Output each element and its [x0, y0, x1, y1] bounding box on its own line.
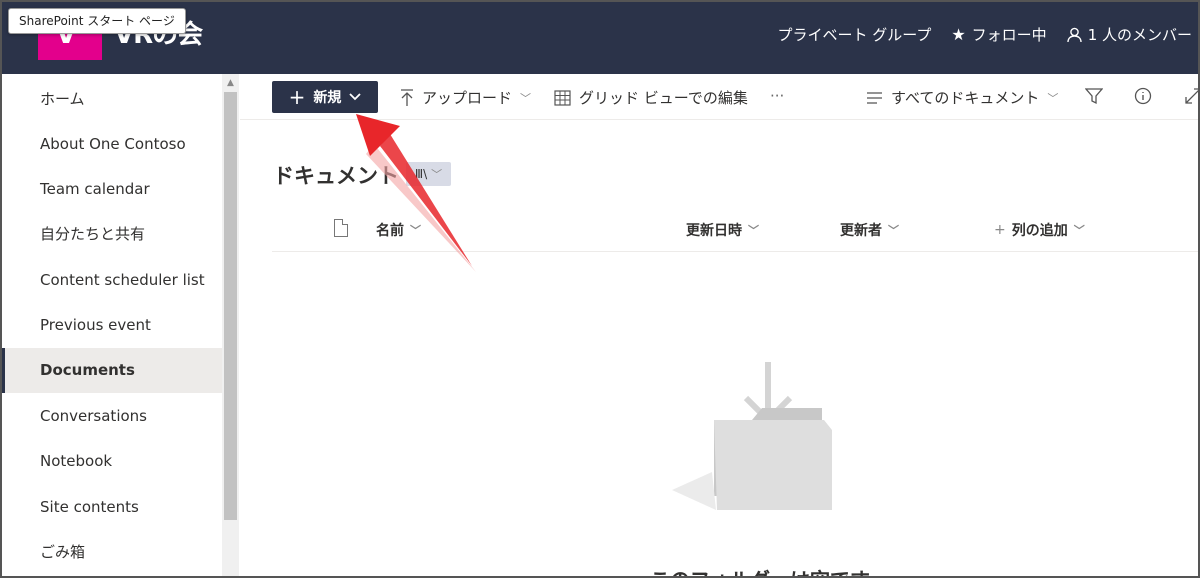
upload-label: アップロード	[422, 89, 513, 107]
column-header-modified[interactable]: 更新日時 ﹀	[686, 220, 759, 240]
empty-folder-message: このフォルダーは空です	[650, 564, 870, 576]
file-type-icon[interactable]	[334, 219, 348, 237]
chevron-down-icon: ﹀	[748, 224, 759, 237]
folder-back	[714, 408, 822, 496]
chevron-down-icon: ﹀	[410, 224, 421, 237]
plus-icon: +	[994, 222, 1006, 238]
new-label: 新規	[313, 90, 342, 106]
command-bar: + 新規 アップロード ﹀ グリッド ビューでの編集 ··· すべてのドキュメン…	[240, 74, 1198, 120]
view-list-icon	[867, 91, 882, 104]
column-header-modified-by[interactable]: 更新者 ﹀	[840, 220, 899, 240]
scroll-up-icon[interactable]: ▲	[222, 76, 239, 90]
chevron-down-icon: ﹀	[1073, 224, 1085, 237]
filter-button[interactable]	[1085, 87, 1103, 105]
follow-label: フォロー中	[971, 26, 1047, 44]
folder-front	[714, 420, 832, 510]
column-headers: 名前 ﹀ 更新日時 ﹀ 更新者 ﹀ + 列の追加 ﹀	[272, 210, 1198, 252]
chevron-down-icon: ﹀	[1047, 91, 1059, 105]
upload-button[interactable]: アップロード ﹀	[400, 87, 531, 108]
sharepoint-window: V VRの会 プライベート グループ ★ フォロー中 1 人のメンバー Shar…	[0, 0, 1200, 578]
chevron-down-icon	[349, 93, 362, 101]
view-selector[interactable]: すべてのドキュメント ﹀	[866, 87, 1058, 108]
tooltip: SharePoint スタート ページ	[8, 8, 186, 34]
column-name-label: 名前	[376, 223, 404, 239]
nav-item-documents[interactable]: Documents	[2, 348, 222, 393]
nav-item-notebook[interactable]: Notebook	[2, 439, 222, 484]
nav-scrollbar[interactable]: ▲	[222, 74, 239, 576]
upload-icon	[401, 88, 413, 106]
grid-edit-button[interactable]: グリッド ビューでの編集	[554, 87, 748, 108]
nav-item-recycle-bin[interactable]: ごみ箱	[2, 530, 222, 575]
star-icon: ★	[951, 25, 966, 44]
expand-button[interactable]	[1184, 87, 1198, 105]
follow-button[interactable]: ★ フォロー中	[951, 24, 1046, 45]
column-modified-by-label: 更新者	[840, 223, 882, 239]
nav-item-about[interactable]: About One Contoso	[2, 122, 222, 167]
add-column-label: 列の追加	[1011, 223, 1068, 239]
more-button[interactable]: ···	[770, 87, 784, 105]
library-title: ドキュメント	[273, 164, 399, 188]
person-icon	[1066, 27, 1082, 42]
add-column-button[interactable]: + 列の追加 ﹀	[994, 220, 1085, 240]
info-button[interactable]	[1134, 87, 1152, 105]
nav-item-site-contents[interactable]: Site contents	[2, 485, 222, 530]
new-button[interactable]: + 新規	[272, 81, 378, 113]
filter-icon	[1085, 88, 1103, 105]
group-privacy-label: プライベート グループ	[777, 26, 932, 44]
members-label: 1 人のメンバー	[1087, 26, 1192, 44]
view-switcher[interactable]: Ⅲ\ ﹀	[406, 162, 451, 186]
library-view-icon: Ⅲ\	[414, 167, 428, 181]
nav-item-conversations[interactable]: Conversations	[2, 394, 222, 439]
chevron-down-icon: ﹀	[431, 168, 443, 181]
nav-item-calendar[interactable]: Team calendar	[2, 167, 222, 212]
nav-item-home[interactable]: ホーム	[2, 77, 222, 122]
plus-icon: +	[288, 85, 306, 109]
nav-item-scheduler[interactable]: Content scheduler list	[2, 258, 222, 303]
folder-shadow	[672, 472, 716, 510]
grid-icon	[554, 89, 571, 106]
left-navigation: ホーム About One Contoso Team calendar 自分たち…	[2, 74, 222, 576]
info-icon	[1134, 87, 1152, 105]
chevron-down-icon: ﹀	[520, 91, 532, 105]
chevron-down-icon: ﹀	[888, 224, 899, 237]
expand-icon	[1185, 88, 1198, 104]
grid-edit-label: グリッド ビューでの編集	[579, 89, 748, 107]
nav-item-shared[interactable]: 自分たちと共有	[2, 212, 222, 257]
column-modified-label: 更新日時	[686, 223, 742, 239]
view-label: すべてのドキュメント	[891, 89, 1040, 107]
members-button[interactable]: 1 人のメンバー	[1066, 24, 1192, 45]
column-header-name[interactable]: 名前 ﹀	[376, 220, 421, 240]
nav-item-previous-event[interactable]: Previous event	[2, 303, 222, 348]
scroll-thumb[interactable]	[224, 92, 237, 520]
